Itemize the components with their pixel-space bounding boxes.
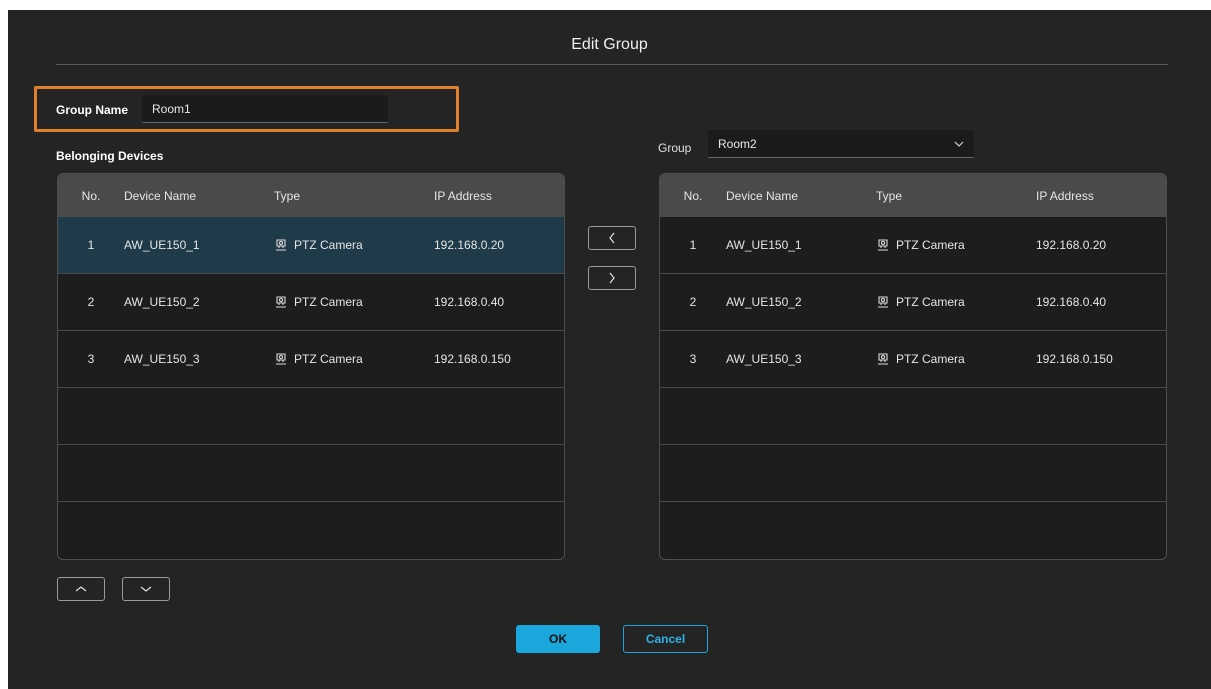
device-type: PTZ Camera (274, 295, 434, 309)
chevron-down-icon (140, 586, 152, 592)
ip-address: 192.168.0.150 (1036, 352, 1113, 366)
ip-address: 192.168.0.40 (434, 295, 505, 309)
table-row[interactable]: 1 AW_UE150_1 PTZ Camera 192.168.0.20 (58, 217, 564, 274)
move-down-button[interactable] (122, 577, 170, 601)
table-row[interactable] (58, 388, 564, 445)
device-type-label: PTZ Camera (294, 352, 363, 366)
column-header-type: Type (876, 188, 903, 203)
row-number: 2 (87, 295, 95, 309)
ok-button[interactable]: OK (516, 625, 600, 653)
dialog-title: Edit Group (571, 36, 648, 53)
belonging-devices-label: Belonging Devices (56, 149, 164, 163)
device-type: PTZ Camera (274, 238, 434, 252)
column-header-no: No. (81, 188, 101, 203)
move-to-belonging-button[interactable] (588, 226, 636, 250)
edit-group-dialog: Edit Group Group Name Belonging Devices … (8, 10, 1211, 689)
column-header-device-name: Device Name (124, 188, 197, 203)
ptz-camera-icon (276, 296, 286, 308)
device-type: PTZ Camera (876, 238, 1036, 252)
ip-address: 192.168.0.150 (434, 352, 511, 366)
chevron-up-icon (75, 586, 87, 592)
group-name-label: Group Name (56, 103, 129, 117)
table-row[interactable]: 1 AW_UE150_1 PTZ Camera 192.168.0.20 (660, 217, 1166, 274)
device-type-label: PTZ Camera (896, 238, 965, 252)
table-header: No. Device Name Type IP Address (58, 174, 564, 217)
move-up-button[interactable] (57, 577, 105, 601)
device-name: AW_UE150_2 (124, 295, 200, 309)
group-select-value: Room2 (718, 136, 757, 151)
column-header-ip-address: IP Address (1036, 188, 1094, 203)
device-name: AW_UE150_3 (726, 352, 802, 366)
table-row[interactable] (660, 502, 1166, 559)
row-number: 1 (689, 238, 697, 252)
device-name: AW_UE150_1 (124, 238, 200, 252)
ip-address: 192.168.0.20 (434, 238, 505, 252)
chevron-right-icon (609, 272, 615, 284)
column-header-type: Type (274, 188, 301, 203)
column-header-device-name: Device Name (726, 188, 799, 203)
table-row[interactable] (58, 502, 564, 559)
ip-address: 192.168.0.20 (1036, 238, 1107, 252)
device-type-label: PTZ Camera (896, 352, 965, 366)
group-select[interactable]: Room2 (708, 130, 974, 158)
device-name: AW_UE150_1 (726, 238, 802, 252)
ptz-camera-icon (276, 353, 286, 365)
device-type: PTZ Camera (274, 352, 434, 366)
table-row[interactable] (660, 445, 1166, 502)
column-header-no: No. (683, 188, 703, 203)
table-row[interactable]: 3 AW_UE150_3 PTZ Camera 192.168.0.150 (58, 331, 564, 388)
group-devices-table: No. Device Name Type IP Address 1 AW_UE15… (659, 173, 1167, 560)
chevron-down-icon (954, 141, 964, 147)
table-row[interactable]: 3 AW_UE150_3 PTZ Camera 192.168.0.150 (660, 331, 1166, 388)
ptz-camera-icon (878, 296, 888, 308)
device-name: AW_UE150_3 (124, 352, 200, 366)
ptz-camera-icon (276, 239, 286, 251)
ptz-camera-icon (878, 239, 888, 251)
chevron-left-icon (609, 232, 615, 244)
table-row[interactable] (58, 445, 564, 502)
title-divider (56, 64, 1168, 65)
device-name: AW_UE150_2 (726, 295, 802, 309)
cancel-button[interactable]: Cancel (623, 625, 708, 653)
row-number: 2 (689, 295, 697, 309)
move-to-group-button[interactable] (588, 266, 636, 290)
table-body: 1 AW_UE150_1 PTZ Camera 192.168.0.20 2 AW_UE1… (660, 217, 1166, 559)
belonging-devices-table: No. Device Name Type IP Address 1 AW_UE15… (57, 173, 565, 560)
device-type: PTZ Camera (876, 295, 1036, 309)
group-select-label: Group (658, 141, 692, 155)
group-name-input[interactable] (142, 95, 388, 123)
ptz-camera-icon (878, 353, 888, 365)
table-body: 1 AW_UE150_1 PTZ Camera 192.168.0.20 2 AW_UE1… (58, 217, 564, 559)
ip-address: 192.168.0.40 (1036, 295, 1107, 309)
table-header: No. Device Name Type IP Address (660, 174, 1166, 217)
column-header-ip-address: IP Address (434, 188, 492, 203)
device-type-label: PTZ Camera (294, 238, 363, 252)
device-type-label: PTZ Camera (294, 295, 363, 309)
row-number: 1 (87, 238, 95, 252)
table-row[interactable]: 2 AW_UE150_2 PTZ Camera 192.168.0.40 (58, 274, 564, 331)
device-type-label: PTZ Camera (896, 295, 965, 309)
row-number: 3 (87, 352, 95, 366)
table-row[interactable] (660, 388, 1166, 445)
device-type: PTZ Camera (876, 352, 1036, 366)
table-row[interactable]: 2 AW_UE150_2 PTZ Camera 192.168.0.40 (660, 274, 1166, 331)
row-number: 3 (689, 352, 697, 366)
